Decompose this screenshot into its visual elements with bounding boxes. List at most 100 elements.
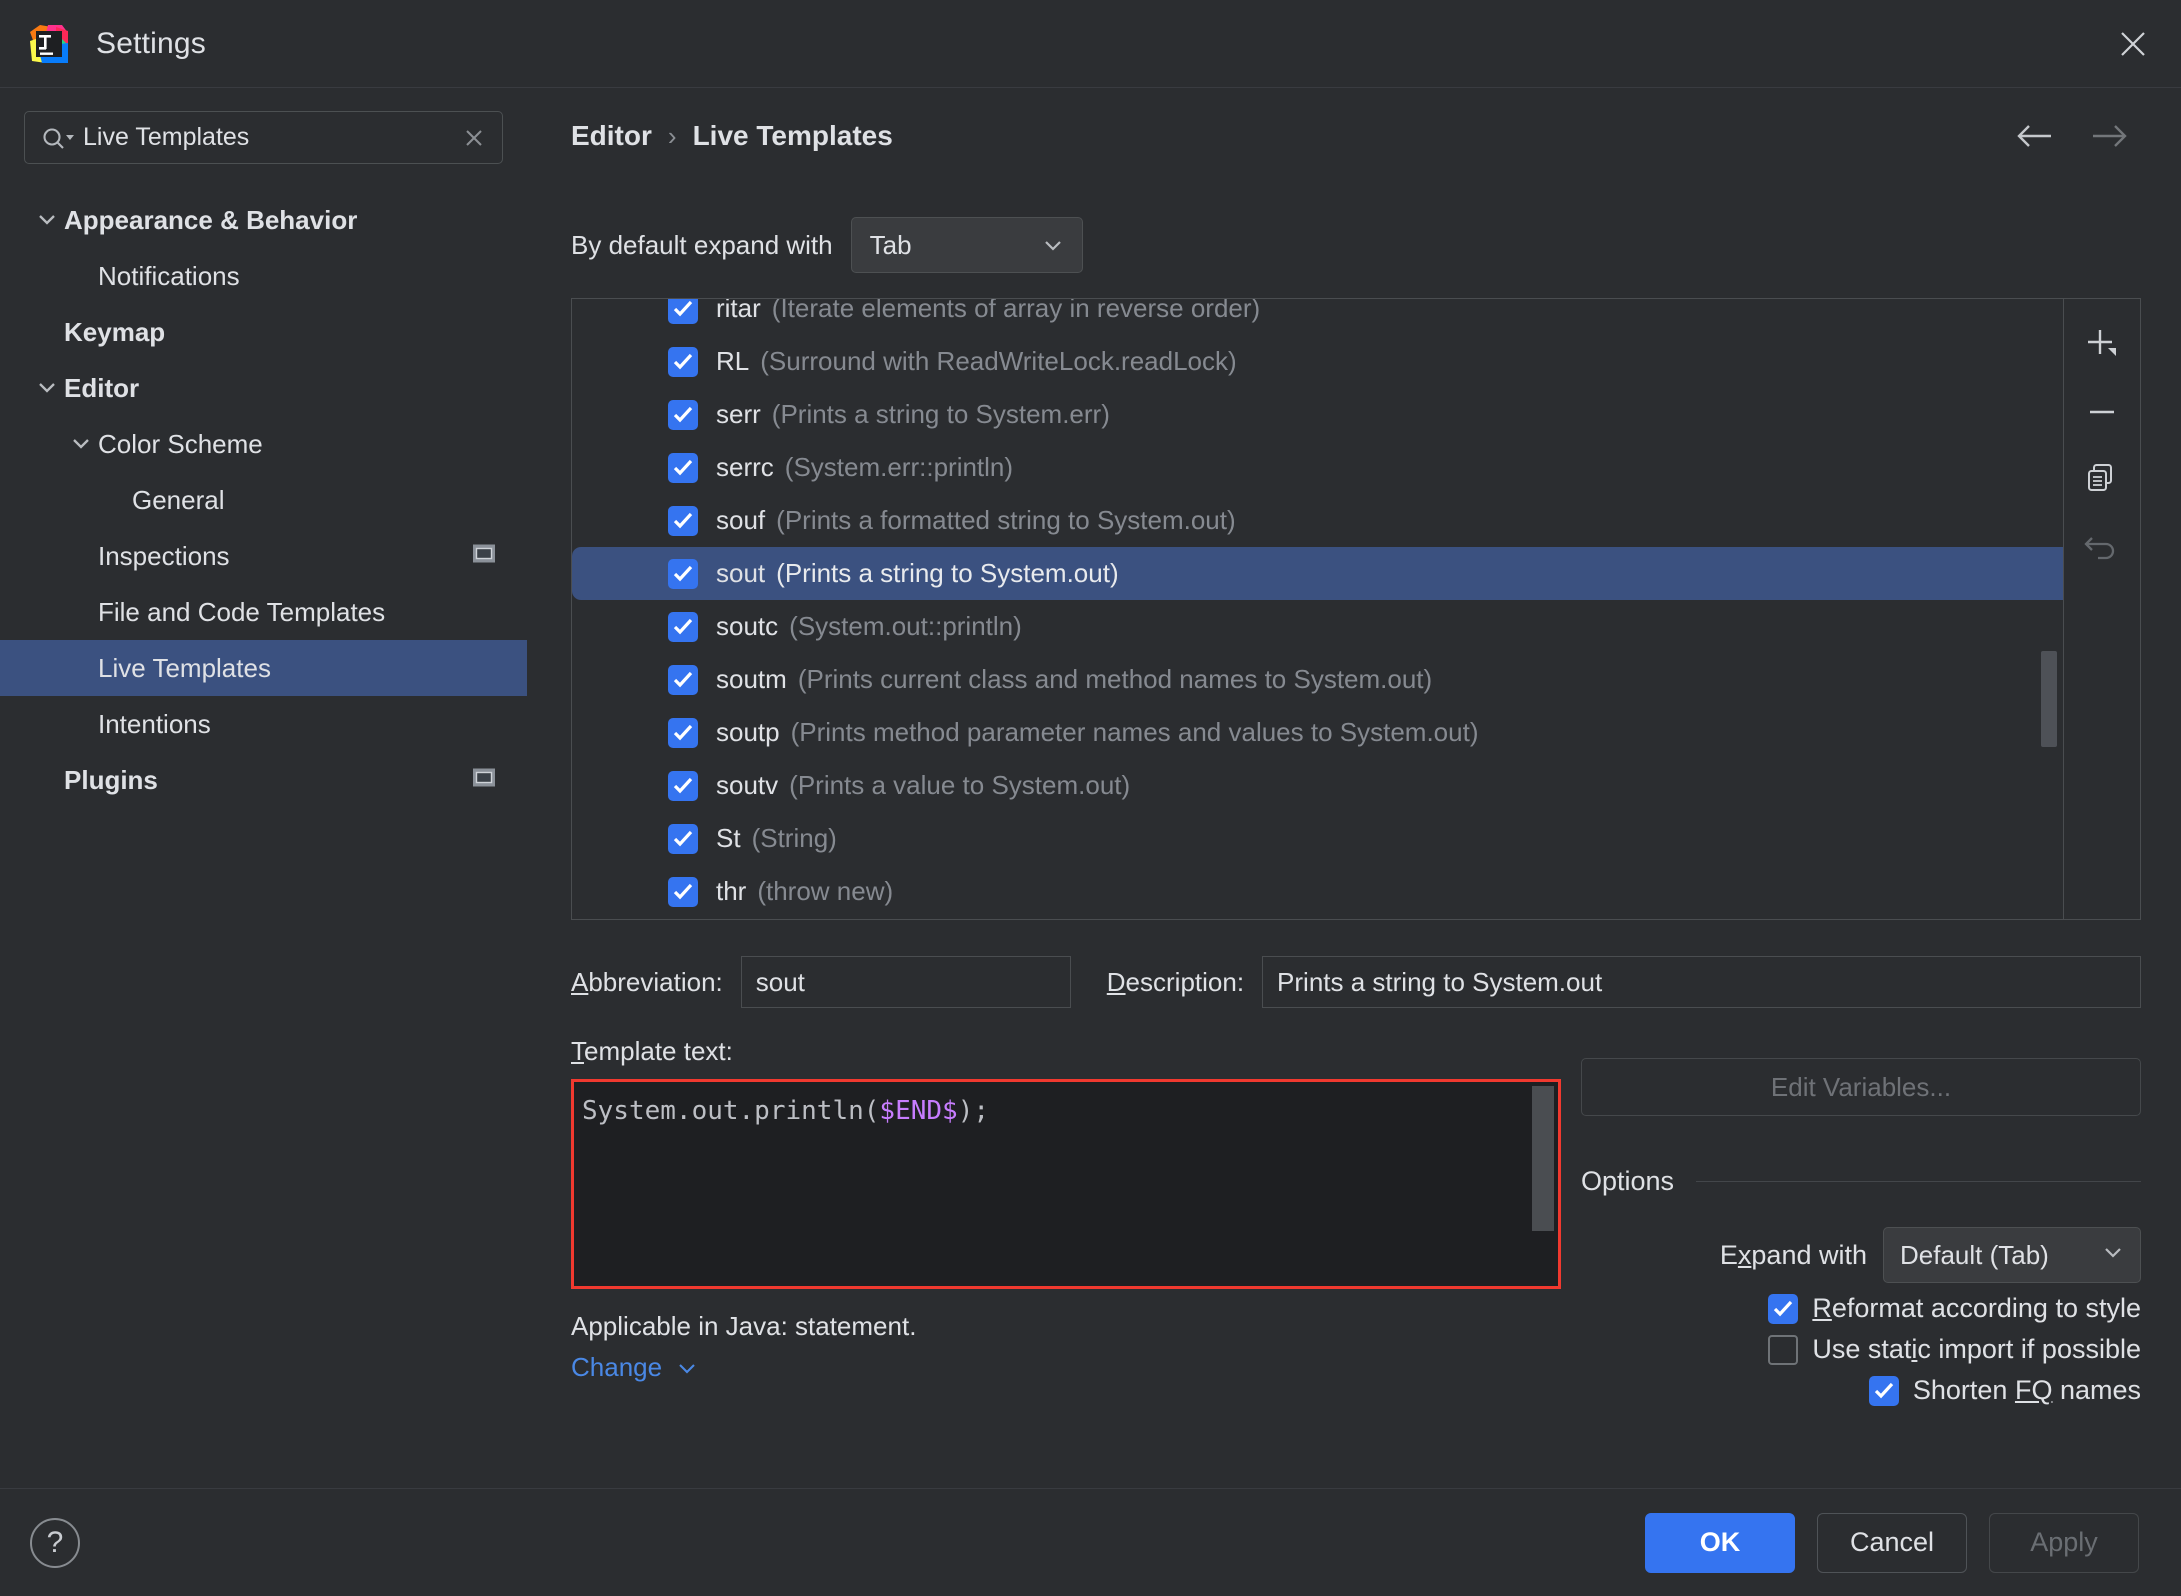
template-list-row[interactable]: soutp (Prints method parameter names and … — [572, 706, 2063, 759]
sidebar-item-label: Intentions — [98, 708, 211, 739]
template-description: (Prints a string to System.err) — [771, 399, 1110, 429]
search-input[interactable]: Live Templates — [24, 111, 503, 164]
search-value: Live Templates — [83, 123, 250, 151]
template-enabled-checkbox[interactable] — [668, 717, 698, 748]
template-text-scrollbar[interactable] — [1532, 1086, 1554, 1282]
template-fields-row: Abbreviation: sout Description: Prints a… — [571, 956, 2141, 1008]
option-checkbox-reformat-according-to-style[interactable]: Reformat according to style — [1581, 1293, 2141, 1324]
sidebar-item-intentions[interactable]: Intentions — [0, 696, 527, 752]
template-abbreviation: soutc — [716, 611, 779, 641]
template-description: (Surround with ReadWriteLock.readLock) — [760, 346, 1237, 376]
template-description: (System.out::println) — [789, 611, 1022, 641]
description-value: Prints a string to System.out — [1277, 966, 1603, 997]
template-list-row[interactable]: sout (Prints a string to System.out) — [572, 547, 2063, 600]
sidebar-item-color-scheme[interactable]: Color Scheme — [0, 416, 527, 472]
sidebar-item-plugins[interactable]: Plugins — [0, 752, 527, 808]
search-icon[interactable] — [41, 125, 75, 151]
template-abbreviation: St — [716, 823, 741, 853]
template-enabled-checkbox[interactable] — [668, 399, 698, 430]
template-text-column: Template text: System.out.println($END$)… — [571, 1036, 1561, 1406]
duplicate-icon[interactable] — [2071, 447, 2133, 509]
template-enabled-checkbox[interactable] — [668, 823, 698, 854]
breadcrumb: Editor › Live Templates — [571, 88, 2141, 184]
expand-with-value: Default (Tab) — [1900, 1239, 2049, 1270]
intellij-idea-logo-icon — [28, 23, 70, 65]
sidebar-item-label: General — [132, 484, 225, 515]
checkbox-indicator[interactable] — [1768, 1334, 1799, 1365]
options-title: Options — [1581, 1166, 1675, 1196]
abbreviation-input[interactable]: sout — [740, 956, 1071, 1008]
title-bar: Settings — [0, 0, 2181, 88]
template-list-row[interactable]: St (String) — [572, 812, 2063, 865]
cancel-button[interactable]: Cancel — [1817, 1512, 1967, 1573]
close-icon[interactable] — [2109, 20, 2157, 68]
template-list-row[interactable]: soutc (System.out::println) — [572, 600, 2063, 653]
scrollbar-thumb[interactable] — [2041, 651, 2057, 747]
checkbox-indicator[interactable] — [1768, 1293, 1799, 1324]
template-abbreviation: souf — [716, 505, 766, 535]
sidebar-item-general[interactable]: General — [0, 472, 527, 528]
template-enabled-checkbox[interactable] — [668, 299, 698, 324]
template-enabled-checkbox[interactable] — [668, 770, 698, 801]
sidebar-item-inspections[interactable]: Inspections — [0, 528, 527, 584]
remove-icon[interactable] — [2071, 381, 2133, 443]
arrow-left-icon[interactable] — [2009, 116, 2061, 156]
change-context-link[interactable]: Change — [571, 1352, 700, 1383]
add-with-dropdown-icon[interactable] — [2071, 315, 2133, 377]
code-variable: $END$ — [879, 1096, 958, 1126]
project-scope-icon — [471, 541, 497, 572]
sidebar-item-live-templates[interactable]: Live Templates — [0, 640, 527, 696]
template-enabled-checkbox[interactable] — [668, 611, 698, 642]
project-scope-icon — [471, 765, 497, 796]
template-list-scrollbar[interactable] — [2041, 299, 2057, 919]
template-enabled-checkbox[interactable] — [668, 452, 698, 483]
template-list-row[interactable]: soutm (Prints current class and method na… — [572, 653, 2063, 706]
option-checkbox-list: Reformat according to style Use static im… — [1581, 1293, 2141, 1406]
code-prefix: System.out.println( — [582, 1096, 880, 1126]
chevron-down-icon — [1038, 230, 1068, 260]
sidebar-item-keymap[interactable]: Keymap — [0, 304, 527, 360]
default-expand-label: By default expand with — [571, 229, 833, 260]
option-checkbox-shorten-fq-names[interactable]: Shorten FQ names — [1581, 1375, 2141, 1406]
option-checkbox-use-static-import-if-possible[interactable]: Use static import if possible — [1581, 1334, 2141, 1365]
checkbox-indicator[interactable] — [1868, 1375, 1899, 1406]
arrow-right-icon[interactable] — [2083, 116, 2135, 156]
template-list-row[interactable]: ritar (Iterate elements of array in rever… — [572, 298, 2063, 335]
template-list-row[interactable]: soutv (Prints a value to System.out) — [572, 759, 2063, 812]
clear-icon[interactable] — [460, 124, 488, 152]
scrollbar-thumb[interactable] — [1532, 1086, 1554, 1231]
template-description: (Iterate elements of array in reverse or… — [771, 298, 1261, 323]
default-expand-combo[interactable]: Tab — [850, 217, 1083, 273]
template-enabled-checkbox[interactable] — [668, 876, 698, 907]
ok-button[interactable]: OK — [1645, 1512, 1795, 1573]
template-enabled-checkbox[interactable] — [668, 346, 698, 377]
breadcrumb-parent[interactable]: Editor — [571, 120, 652, 152]
sidebar-item-label: Live Templates — [98, 652, 271, 683]
description-input[interactable]: Prints a string to System.out — [1262, 956, 2141, 1008]
template-list[interactable]: ritar (Iterate elements of array in rever… — [571, 298, 2064, 920]
sidebar-item-appearance-behavior[interactable]: Appearance & Behavior — [0, 192, 527, 248]
template-text-editor[interactable]: System.out.println($END$); — [571, 1079, 1561, 1289]
template-list-row[interactable]: souf (Prints a formatted string to System… — [572, 494, 2063, 547]
sidebar-item-file-and-code-templates[interactable]: File and Code Templates — [0, 584, 527, 640]
settings-sidebar: Live Templates Appearance & Behavior Noti… — [0, 88, 527, 1488]
template-enabled-checkbox[interactable] — [668, 558, 698, 589]
template-text-label: Template text: — [571, 1036, 733, 1066]
apply-button: Apply — [1989, 1512, 2139, 1573]
template-list-row[interactable]: serrc (System.err::println) — [572, 441, 2063, 494]
sidebar-item-label: Editor — [64, 372, 140, 403]
template-enabled-checkbox[interactable] — [668, 505, 698, 536]
sidebar-item-notifications[interactable]: Notifications — [0, 248, 527, 304]
expand-with-combo[interactable]: Default (Tab) — [1883, 1227, 2141, 1283]
sidebar-item-editor[interactable]: Editor — [0, 360, 527, 416]
template-code-line: System.out.println($END$); — [574, 1082, 1558, 1126]
template-list-row[interactable]: serr (Prints a string to System.err) — [572, 388, 2063, 441]
template-list-row[interactable]: thr (throw new) — [572, 865, 2063, 918]
template-enabled-checkbox[interactable] — [668, 664, 698, 695]
template-list-row[interactable]: RL (Surround with ReadWriteLock.readLock) — [572, 335, 2063, 388]
help-icon[interactable]: ? — [30, 1517, 80, 1568]
template-abbreviation: serr — [716, 399, 761, 429]
expand-with-row: Expand with Default (Tab) — [1581, 1227, 2141, 1283]
